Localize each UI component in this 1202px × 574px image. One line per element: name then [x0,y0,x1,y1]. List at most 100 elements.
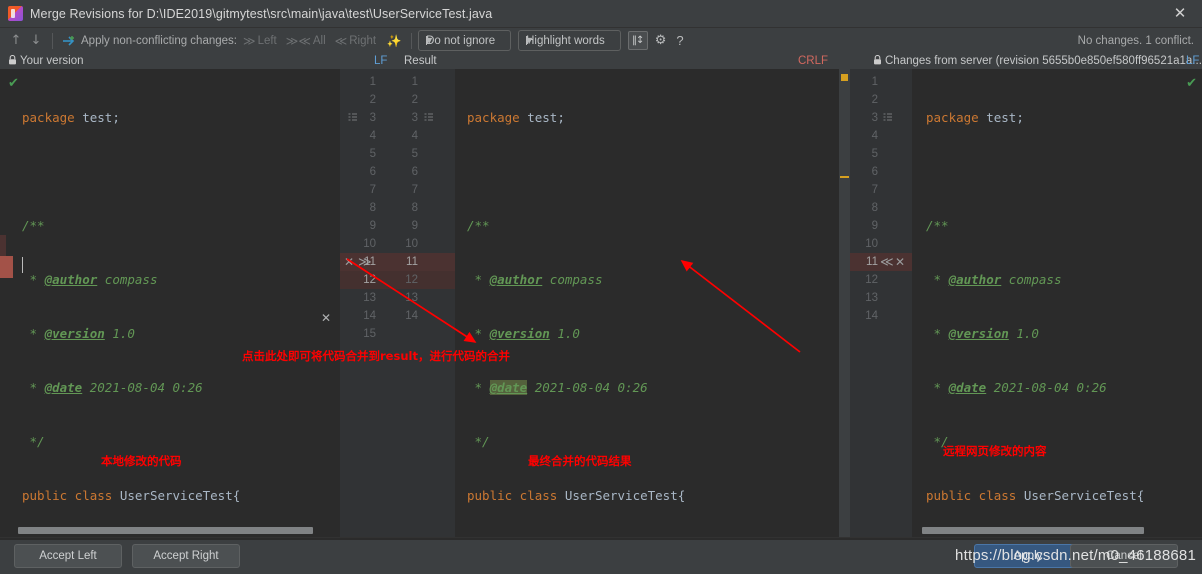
gutter-row: 1 [871,76,878,88]
collapse-unchanged-glyph: ‖↕ [632,35,644,46]
right-line-separator-label[interactable]: LF [1186,53,1199,69]
apply-all-button[interactable]: ≫≪ All [286,34,326,48]
accept-left-button[interactable]: Accept Left [14,544,122,568]
code-line: * @version 1.0 [467,326,580,341]
ignore-policy-value: Do not ignore [426,34,496,47]
gutter-row: 5 [871,148,878,160]
gutter-row: 10 [865,238,878,250]
gutter-row: 13 [865,292,878,304]
gutter-row: 33 [340,109,455,127]
previous-difference-button[interactable]: ↑ [6,31,26,51]
code-line: package test; [926,110,1024,125]
fold-icon-right [424,112,433,125]
footer-divider [0,538,1202,540]
conflict-status: No changes. 1 conflict. [1077,34,1194,47]
gutter-row: 11 [369,76,418,88]
highlight-policy-select[interactable]: Highlight words ▼ [518,30,621,51]
highlight-policy-value: Highlight words [526,34,605,47]
chevron-down-icon: ▼ [426,36,433,45]
apply-left-glyph: ≫ [243,33,256,48]
gutter-conflict2-num-a: 12 [363,274,376,286]
gutter-row-conflict: 11 ≪ ✕ [850,253,912,271]
result-gutter-numbers: 11 22 33 44 55 66 77 88 99 10 10 ✕ ≫ 11 … [340,69,455,537]
accept-right-into-result-icon[interactable]: ≪ [880,255,894,270]
close-icon[interactable]: ✕ [1158,0,1202,27]
code-line: /** [22,218,45,233]
code-line: * @date 2021-08-04 0:26 [467,380,648,395]
gutter-row: 13 13 [363,292,418,304]
text-cursor [22,257,23,273]
gutter-row: 9 [871,220,878,232]
gear-icon[interactable]: ⚙ [655,33,667,48]
code-line: * @author compass [926,272,1062,287]
footer-bar: Accept Left Accept Right Apply Cancel ht… [0,537,1202,574]
apply-left-button[interactable]: ≫ Left [243,34,277,48]
result-left-gutter[interactable]: 11 22 33 44 55 66 77 88 99 10 10 ✕ ≫ 11 … [340,69,455,537]
code-line: * @version 1.0 [926,326,1039,341]
gutter-row: 14 14 [363,310,418,322]
left-horizontal-scrollbar[interactable] [18,527,313,534]
gutter-row: 77 [369,184,418,196]
gutter-row: 10 10 [363,238,418,250]
code-line: * @author compass [467,272,603,287]
help-icon[interactable]: ? [676,33,683,48]
gutter-row: 44 [369,130,418,142]
gutter-row: 88 [369,202,418,214]
code-line: * @author compass [22,272,158,287]
code-line: public class UserServiceTest{ [467,488,686,503]
apply-all-label: All [312,34,326,47]
right-horizontal-scrollbar[interactable] [922,527,1144,534]
right-gutter-numbers: 1 2 3 4 5 6 7 8 9 10 11 ≪ ✕ 12 13 14 [850,69,912,537]
code-line: * @version 1.0 [22,326,135,341]
apply-left-label: Left [257,34,277,47]
gutter-row-conflict-2: 12 12 [340,271,455,289]
apply-non-conflicting-label: Apply non-conflicting changes: [81,34,237,47]
left-reject-change-icon[interactable]: ✕ [321,311,331,325]
code-line: public class UserServiceTest{ [22,488,241,503]
overview-change-marker[interactable] [840,176,849,178]
intellij-idea-icon [8,6,23,21]
right-editor-pane[interactable]: package test; /** * @author compass * @v… [912,69,1202,537]
annotation-right-note: 远程网页修改的内容 [943,444,1047,458]
collapse-unchanged-icon[interactable]: ‖↕ [627,31,648,50]
right-gutter[interactable]: 1 2 3 4 5 6 7 8 9 10 11 ≪ ✕ 12 13 14 [850,69,912,537]
code-line: * @date 2021-08-04 0:26 [926,380,1107,395]
ignore-policy-select[interactable]: Do not ignore ▼ [418,30,512,51]
gutter-row: 99 [369,220,418,232]
gutter-row: 55 [369,148,418,160]
code-line: /** [467,218,490,233]
result-line-separator-label[interactable]: CRLF [798,53,828,69]
reject-right-conflict-icon[interactable]: ✕ [895,255,905,269]
right-pane-title: Changes from server (revision 5655b0e850… [885,55,1202,67]
apply-right-glyph: ≪ [334,33,348,48]
apply-non-conflicting-icon[interactable] [59,31,79,51]
result-pane-title: Result [404,55,437,67]
result-code-text[interactable]: package test; /** * @author compass * @v… [455,69,850,537]
toolbar-divider-2 [411,32,413,49]
overview-conflict-marker[interactable] [841,74,848,81]
result-editor-pane[interactable]: package test; /** * @author compass * @v… [455,69,850,537]
toolbar-divider-1 [52,32,53,49]
left-line-separator-label[interactable]: LF [374,53,387,69]
code-line: /** [926,218,949,233]
right-pane-header: Changes from server (revision 5655b0e850… [873,53,1202,69]
right-conflict-num: 11 [866,256,878,268]
watermark-text: https://blog.csdn.net/m0_46188681 [955,547,1196,564]
gutter-row: 66 [369,166,418,178]
next-difference-button[interactable]: ↓ [26,31,46,51]
magic-resolve-icon[interactable]: ✨ [385,34,403,48]
right-code-text[interactable]: package test; /** * @author compass * @v… [912,69,1202,537]
right-ok-check-icon: ✔ [1186,76,1197,91]
apply-right-label: Right [349,34,377,47]
left-pane-title: Your version [20,55,84,67]
accept-right-button[interactable]: Accept Right [132,544,240,568]
gutter-row: 14 [865,310,878,322]
apply-right-button[interactable]: ≪ Right [335,34,376,48]
pane-headers: Your version LF Result CRLF Changes from… [0,53,1202,69]
gutter-row-conflict: ✕ ≫ 11 11 [340,253,455,271]
result-overview-strip[interactable] [839,69,850,537]
merge-revisions-dialog: Merge Revisions for D:\IDE2019\gitmytest… [0,0,1202,574]
code-line: */ [467,434,490,449]
